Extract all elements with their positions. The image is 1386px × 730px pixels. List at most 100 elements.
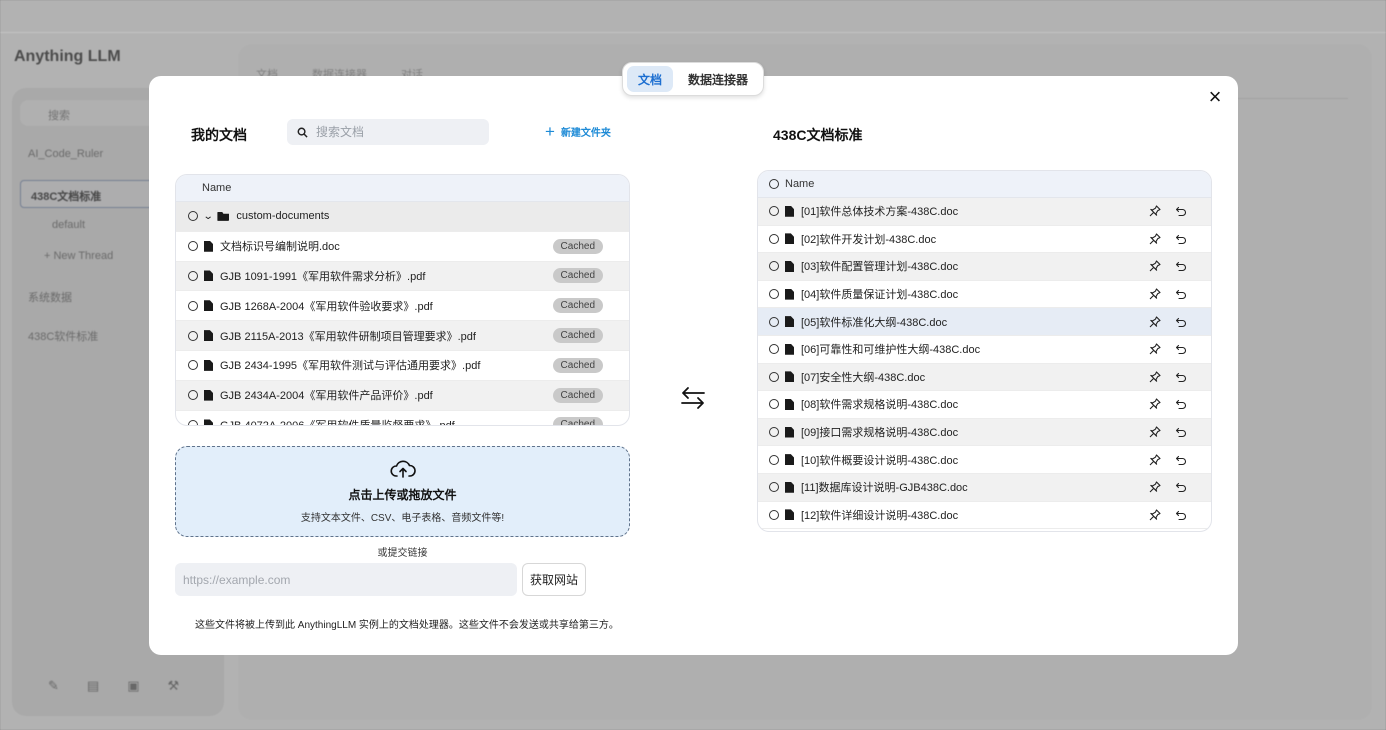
file-name: [01]软件总体技术方案-438C.doc (801, 206, 959, 219)
pin-icon[interactable] (1149, 398, 1161, 410)
file-icon (785, 233, 794, 245)
pin-icon[interactable] (1149, 426, 1161, 438)
workspace-file-row[interactable]: [07]安全性大纲-438C.doc (758, 363, 1211, 392)
my-documents-title: 我的文档 (191, 127, 247, 143)
row-checkbox[interactable] (769, 233, 779, 244)
workspace-file-row[interactable]: [09]接口需求规格说明-438C.doc (758, 418, 1211, 447)
row-checkbox[interactable] (769, 316, 779, 327)
remove-undo-icon[interactable] (1175, 288, 1187, 300)
workspace-title: 438C文档标准 (773, 127, 863, 143)
remove-undo-icon[interactable] (1175, 371, 1187, 383)
file-name: [09]接口需求规格说明-438C.doc (801, 427, 959, 440)
workspace-file-row[interactable]: [11]数据库设计说明-GJB438C.doc (758, 473, 1211, 502)
folder-row[interactable]: ⌄ custom-documents (176, 202, 629, 232)
file-row[interactable]: GJB 2434A-2004《军用软件产品评价》.pdf Cached (176, 380, 629, 411)
row-checkbox[interactable] (769, 399, 779, 410)
pin-icon[interactable] (1149, 509, 1161, 521)
pin-icon[interactable] (1149, 371, 1161, 383)
file-row[interactable]: GJB 1268A-2004《军用软件验收要求》.pdf Cached (176, 291, 629, 322)
row-checkbox[interactable] (188, 390, 198, 401)
file-name: [04]软件质量保证计划-438C.doc (801, 289, 959, 302)
remove-undo-icon[interactable] (1175, 426, 1187, 438)
file-row[interactable]: 文档标识号编制说明.doc Cached (176, 232, 629, 262)
pin-icon[interactable] (1149, 343, 1161, 355)
file-row[interactable]: GJB 2115A-2013《军用软件研制项目管理要求》.pdf Cached (176, 321, 629, 351)
document-search (287, 119, 489, 145)
remove-undo-icon[interactable] (1175, 454, 1187, 466)
row-checkbox[interactable] (769, 206, 779, 217)
search-input[interactable] (316, 125, 476, 139)
file-name: [03]软件配置管理计划-438C.doc (801, 261, 959, 274)
or-submit-link-label: 或提交链接 (377, 548, 428, 559)
file-row[interactable]: GJB 1091-1991《军用软件需求分析》.pdf Cached (176, 261, 629, 292)
upload-title: 点击上传或拖放文件 (348, 488, 457, 502)
file-icon (204, 240, 213, 252)
url-input[interactable] (175, 563, 517, 596)
cached-badge: Cached (552, 387, 603, 403)
row-checkbox[interactable] (188, 419, 198, 425)
pin-icon[interactable] (1149, 481, 1161, 493)
file-row[interactable]: GJB 4072A-2006《军用软件质量监督要求》.pdf Cached (176, 411, 629, 425)
file-name: [02]软件开发计划-438C.doc (801, 233, 937, 246)
row-checkbox[interactable] (188, 360, 198, 371)
row-checkbox[interactable] (188, 330, 198, 341)
select-all-checkbox[interactable] (769, 179, 779, 189)
file-row[interactable]: GJB 2434-1995《军用软件测试与评估通用要求》.pdf Cached (176, 351, 629, 381)
workspace-file-row[interactable]: [05]软件标准化大纲-438C.doc (758, 308, 1211, 336)
remove-undo-icon[interactable] (1175, 316, 1187, 328)
workspace-file-row[interactable]: [01]软件总体技术方案-438C.doc (758, 198, 1211, 226)
file-name: [06]可靠性和可维护性大纲-438C.doc (801, 344, 981, 357)
pin-icon[interactable] (1149, 260, 1161, 272)
close-button[interactable]: × (1204, 86, 1226, 108)
pin-icon[interactable] (1149, 454, 1161, 466)
file-icon (785, 343, 794, 355)
row-checkbox[interactable] (769, 454, 779, 465)
row-checkbox[interactable] (769, 371, 779, 382)
row-checkbox[interactable] (188, 211, 198, 222)
workspace-file-row[interactable]: [12]软件详细设计说明-438C.doc (758, 502, 1211, 530)
file-name: GJB 2434-1995《军用软件测试与评估通用要求》.pdf (220, 360, 481, 373)
tab-data-connectors[interactable]: 数据连接器 (679, 66, 757, 92)
workspace-file-row[interactable]: [03]软件配置管理计划-438C.doc (758, 253, 1211, 281)
upload-dropzone[interactable]: 点击上传或拖放文件 支持文本文件、CSV、电子表格、音频文件等! (175, 446, 630, 537)
row-checkbox[interactable] (769, 289, 779, 300)
row-checkbox[interactable] (769, 482, 779, 493)
pin-icon[interactable] (1149, 288, 1161, 300)
file-icon (785, 316, 794, 328)
file-name: [08]软件需求规格说明-438C.doc (801, 399, 959, 412)
remove-undo-icon[interactable] (1175, 343, 1187, 355)
workspace-file-row[interactable]: [10]软件概要设计说明-438C.doc (758, 446, 1211, 474)
remove-undo-icon[interactable] (1175, 398, 1187, 410)
pin-icon[interactable] (1149, 233, 1161, 245)
workspace-file-row[interactable]: [08]软件需求规格说明-438C.doc (758, 391, 1211, 419)
pin-icon[interactable] (1149, 205, 1161, 217)
pin-icon[interactable] (1149, 316, 1161, 328)
workspace-file-row[interactable]: [06]可靠性和可维护性大纲-438C.doc (758, 336, 1211, 364)
row-checkbox[interactable] (769, 344, 779, 355)
workspace-file-row[interactable]: [02]软件开发计划-438C.doc (758, 226, 1211, 254)
row-checkbox[interactable] (769, 261, 779, 272)
workspace-file-row[interactable]: [04]软件质量保证计划-438C.doc (758, 281, 1211, 309)
remove-undo-icon[interactable] (1175, 205, 1187, 217)
chevron-down-icon[interactable]: ⌄ (203, 211, 214, 222)
file-icon (204, 330, 213, 342)
file-icon (785, 288, 794, 300)
new-folder-button[interactable]: + 新建文件夹 (545, 123, 611, 140)
file-name: [07]安全性大纲-438C.doc (801, 371, 926, 384)
row-checkbox[interactable] (769, 427, 779, 438)
folder-name: custom-documents (236, 210, 330, 223)
tab-documents[interactable]: 文档 (627, 66, 673, 92)
upload-subtitle: 支持文本文件、CSV、电子表格、音频文件等! (300, 513, 505, 524)
file-icon (204, 270, 213, 282)
row-checkbox[interactable] (769, 509, 779, 520)
row-checkbox[interactable] (188, 270, 198, 281)
remove-undo-icon[interactable] (1175, 481, 1187, 493)
fetch-website-button[interactable]: 获取网站 (522, 563, 586, 596)
remove-undo-icon[interactable] (1175, 233, 1187, 245)
row-checkbox[interactable] (188, 300, 198, 311)
file-icon (204, 359, 213, 371)
remove-undo-icon[interactable] (1175, 509, 1187, 521)
column-name: Name (785, 178, 815, 190)
row-checkbox[interactable] (188, 241, 198, 252)
remove-undo-icon[interactable] (1175, 260, 1187, 272)
